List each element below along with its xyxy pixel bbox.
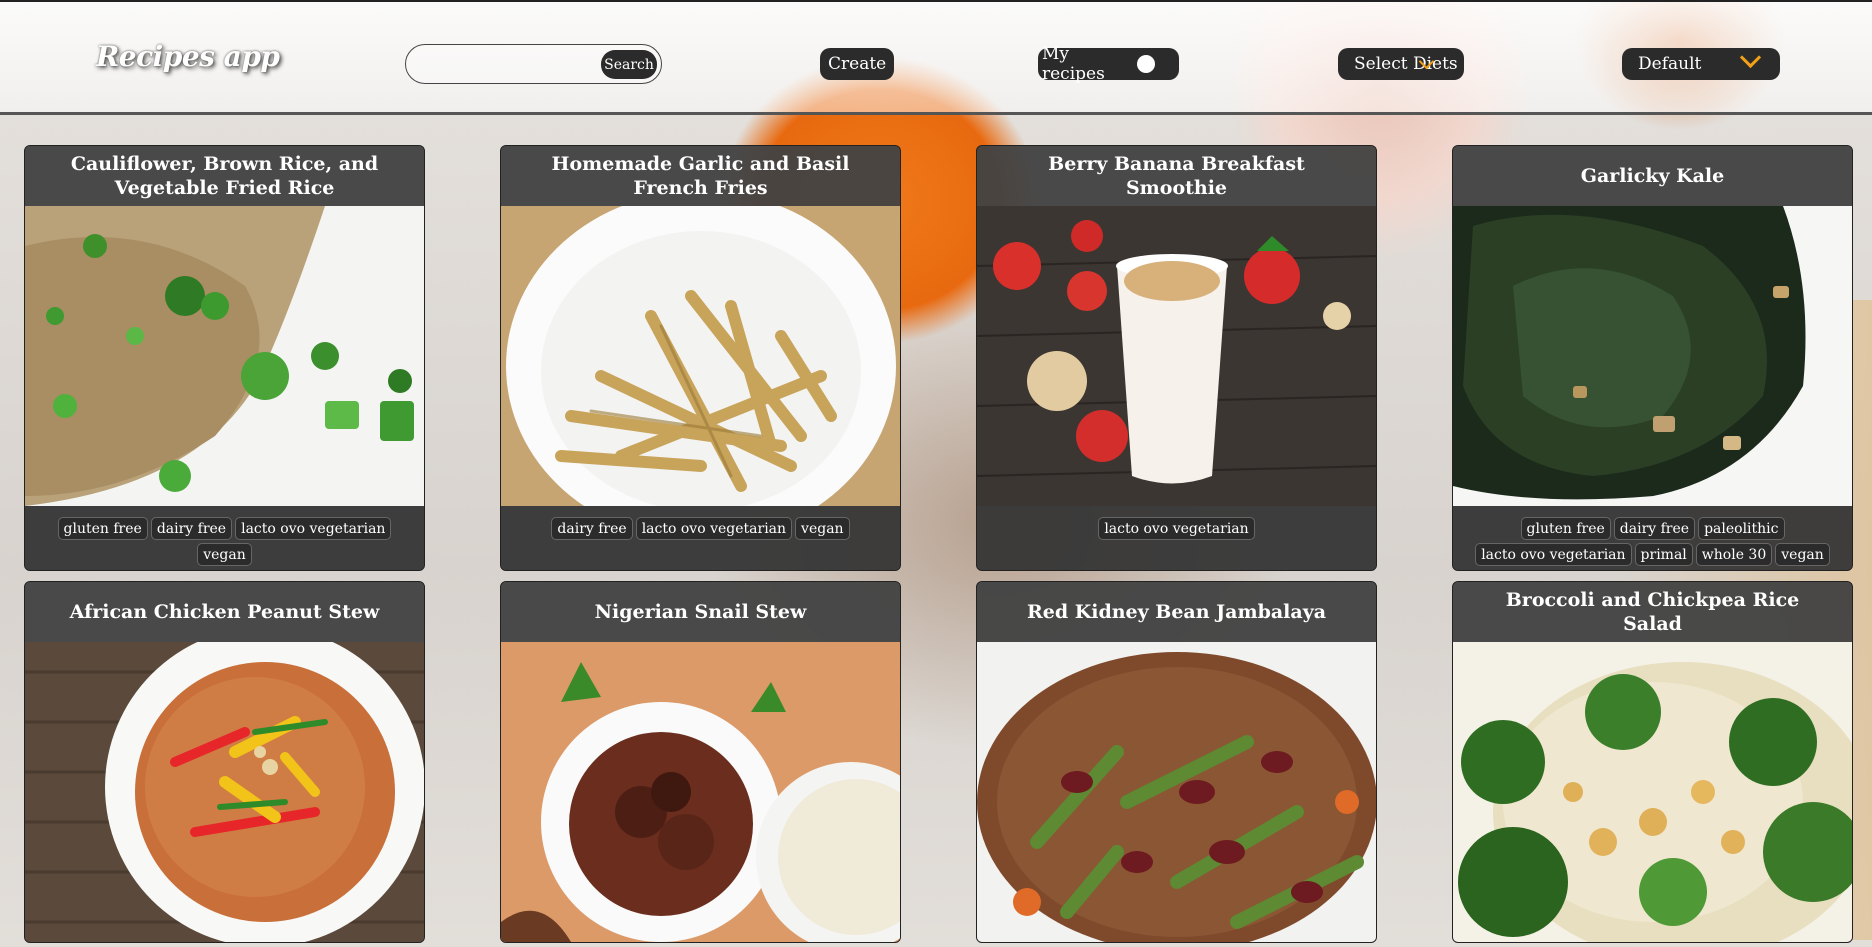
recipe-card[interactable]: Red Kidney Bean Jambalaya bbox=[976, 581, 1377, 943]
chevron-down-icon bbox=[1739, 46, 1762, 69]
diet-tag: lacto ovo vegetarian bbox=[1098, 517, 1255, 540]
recipe-image[interactable] bbox=[25, 206, 424, 506]
recipe-card[interactable]: Berry Banana Breakfast Smoothie lacto ov… bbox=[976, 145, 1377, 571]
my-recipes-label: My recipes bbox=[1042, 44, 1105, 84]
diet-tag: dairy free bbox=[150, 517, 233, 540]
diet-tag: vegan bbox=[197, 543, 252, 566]
recipe-card[interactable]: Cauliflower, Brown Rice, and Vegetable F… bbox=[24, 145, 425, 571]
diet-tag: vegan bbox=[795, 517, 850, 540]
recipe-card[interactable]: Broccoli and Chickpea Rice Salad bbox=[1452, 581, 1853, 943]
recipe-image[interactable] bbox=[25, 642, 424, 942]
recipe-tags: dairy free lacto ovo vegetarian vegan bbox=[501, 506, 900, 570]
recipe-image[interactable] bbox=[977, 642, 1376, 942]
recipe-title: Homemade Garlic and Basil French Fries bbox=[501, 146, 900, 206]
diet-tag: dairy free bbox=[551, 517, 633, 540]
recipe-image[interactable] bbox=[501, 206, 900, 506]
recipe-image[interactable] bbox=[1453, 206, 1852, 506]
diet-tag: whole 30 bbox=[1695, 543, 1773, 566]
diet-tag: gluten free bbox=[1520, 517, 1611, 540]
recipe-title: Berry Banana Breakfast Smoothie bbox=[977, 146, 1376, 206]
recipe-image[interactable] bbox=[501, 642, 900, 942]
recipe-title: Red Kidney Bean Jambalaya bbox=[977, 582, 1376, 642]
sort-select[interactable]: Default bbox=[1622, 46, 1780, 80]
recipe-image[interactable] bbox=[977, 206, 1376, 506]
search-input[interactable] bbox=[420, 54, 580, 76]
create-button[interactable]: Create bbox=[820, 48, 895, 80]
diet-tag: primal bbox=[1634, 543, 1693, 566]
recipe-title: Cauliflower, Brown Rice, and Vegetable F… bbox=[25, 146, 424, 206]
recipe-card[interactable]: Nigerian Snail Stew bbox=[500, 581, 901, 943]
recipe-card[interactable]: Garlicky Kale gluten free dairy free pal… bbox=[1452, 145, 1853, 571]
my-recipes-toggle[interactable]: My recipes bbox=[1038, 44, 1179, 84]
recipe-title: Garlicky Kale bbox=[1453, 146, 1852, 206]
recipe-image[interactable] bbox=[1453, 642, 1852, 942]
recipe-card[interactable]: Homemade Garlic and Basil French Fries d… bbox=[500, 145, 901, 571]
sort-select-label: Default bbox=[1638, 54, 1702, 74]
search-bar: Search bbox=[405, 44, 662, 84]
diet-tag: lacto ovo vegetarian bbox=[235, 517, 392, 540]
recipe-title: Broccoli and Chickpea Rice Salad bbox=[1453, 582, 1852, 642]
diet-tag: dairy free bbox=[1613, 517, 1696, 540]
search-button[interactable]: Search bbox=[601, 50, 657, 79]
header-bar: Recipes app Search Create My recipes Sel… bbox=[0, 0, 1872, 115]
recipe-tags: gluten free dairy free paleolithic lacto… bbox=[1453, 506, 1852, 570]
recipe-title: Nigerian Snail Stew bbox=[501, 582, 900, 642]
diet-tag: paleolithic bbox=[1698, 517, 1785, 540]
diets-select[interactable]: Select Diets bbox=[1338, 48, 1464, 80]
toggle-switch[interactable] bbox=[1134, 52, 1175, 76]
recipe-title: African Chicken Peanut Stew bbox=[25, 582, 424, 642]
diet-tag: gluten free bbox=[57, 517, 148, 540]
recipe-tags: gluten free dairy free lacto ovo vegetar… bbox=[25, 506, 424, 570]
recipe-tags: lacto ovo vegetarian bbox=[977, 506, 1376, 570]
diet-tag: vegan bbox=[1775, 543, 1830, 566]
recipe-card[interactable]: African Chicken Peanut Stew bbox=[24, 581, 425, 943]
diet-tag: lacto ovo vegetarian bbox=[1475, 543, 1632, 566]
toggle-knob bbox=[1136, 55, 1155, 73]
diets-select-label: Select Diets bbox=[1354, 54, 1458, 74]
diet-tag: lacto ovo vegetarian bbox=[635, 517, 793, 540]
app-logo[interactable]: Recipes app bbox=[96, 40, 280, 73]
